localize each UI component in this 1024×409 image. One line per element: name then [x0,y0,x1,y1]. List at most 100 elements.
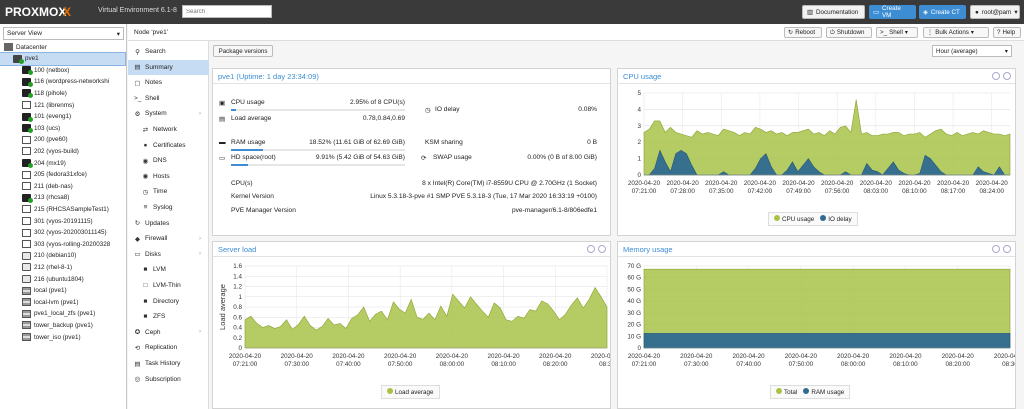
tree-node[interactable]: pve1 [0,51,126,66]
firewall-icon: ◆ [135,235,140,243]
tree-node-label: 212 (rhel-8-1) [34,263,73,271]
vm-running-icon [22,89,33,99]
menu-item-label: Summary [145,63,173,71]
menu-item-dns[interactable]: ◉ DNS [128,153,209,168]
y-tick-label: 5 [637,90,641,97]
help-button[interactable]: ? Help [993,27,1021,38]
tree-node[interactable]: 103 (ucs) [0,122,125,134]
legend-item[interactable]: RAM usage [803,388,844,396]
tree-node[interactable]: 211 (deb-nas) [0,180,125,192]
menu-item-subscription[interactable]: ◎ Subscription [128,372,209,387]
x-tick-label: 2020-04-20 [680,353,713,360]
tree-node-label: 121 (librenms) [34,101,75,109]
menu-item-syslog[interactable]: ≡ Syslog [128,200,209,215]
undo-zoom-icon[interactable] [587,245,595,253]
tree-node[interactable]: 202 (vyos-build) [0,145,125,157]
menu-item-summary[interactable]: ▤ Summary [128,59,209,75]
cpu-usage-value: 2.95% of 8 CPU(s) [350,99,405,106]
tree-node[interactable]: 204 (mx19) [0,157,125,169]
ram-icon: ▬ [219,139,226,146]
vm-running-icon [22,124,33,134]
store-icon[interactable] [1003,245,1011,253]
legend-item[interactable]: CPU usage [774,215,814,223]
view-selector[interactable]: Server View ▾ [3,27,124,40]
tree-node[interactable]: Datacenter [0,41,125,53]
y-tick-label: 3 [637,123,641,130]
legend-label: CPU usage [782,216,815,223]
vm-stopped-icon [22,135,31,144]
tree-node[interactable]: 210 (debian10) [0,250,125,262]
tree-node[interactable]: 301 (vyos-20191115) [0,215,125,227]
legend-item[interactable]: IO delay [820,215,852,223]
tree-node[interactable]: 303 (vyos-rolling-20200328 [0,238,125,250]
tree-node[interactable]: 302 (vyos-202003011145) [0,227,125,239]
undo-zoom-icon[interactable] [992,245,1000,253]
store-icon[interactable] [1003,72,1011,80]
status-panel: pve1 (Uptime: 1 day 23:34:09) CPU usage … [212,68,611,236]
menu-item-notes[interactable]: ▢ Notes [128,75,209,90]
x-tick-label: 07:35:00 [709,188,734,195]
tree-node[interactable]: 215 (RHCSASampleTest1) [0,203,125,215]
tree-node[interactable]: 216 (ubuntu1804) [0,273,125,285]
x-tick-label: 08:10:00 [491,361,516,368]
menu-item-ceph[interactable]: ✪ Ceph › [128,325,209,340]
search-input[interactable] [182,5,272,18]
tree-node[interactable]: tower_iso (pve1) [0,331,125,343]
server-load-legend: Load average [381,385,440,399]
x-tick-label: 08:24:00 [979,188,1004,195]
menu-item-lvm-thin[interactable]: □ LVM-Thin [128,278,209,293]
store-icon[interactable] [598,245,606,253]
menu-item-network[interactable]: ⇄ Network [128,122,209,137]
documentation-button[interactable]: ▥ Documentation [802,5,865,19]
menu-item-zfs[interactable]: ■ ZFS [128,309,209,324]
tree-node[interactable]: 116 (wordpress-networkshi [0,76,125,88]
ram-usage-value: 18.52% (11.61 GiB of 62.69 GiB) [309,139,405,146]
pve-manager-value: pve-manager/6.1-8/806edfe1 [511,207,597,214]
tree-node[interactable]: pve1_local_zfs (pve1) [0,308,125,320]
tree-node[interactable]: 200 (pve60) [0,134,125,146]
tree-node[interactable]: 100 (netbox) [0,64,125,76]
legend-item[interactable]: Total [776,388,797,396]
menu-item-time[interactable]: ◷ Time [128,184,209,199]
menu-item-firewall[interactable]: ◆ Firewall › [128,231,209,246]
menu-item-hosts[interactable]: ◉ Hosts [128,169,209,184]
undo-zoom-icon[interactable] [992,72,1000,80]
tree-node[interactable]: local (pve1) [0,285,125,297]
tree-node-label: 211 (deb-nas) [34,182,73,190]
shutdown-button[interactable]: ⏻ Shutdown [826,27,872,38]
tree-node[interactable]: tower_backup (pve1) [0,319,125,331]
package-versions-button[interactable]: Package versions [213,45,273,57]
tree-node[interactable]: 121 (librenms) [0,99,125,111]
x-tick-label: 07:50:00 [388,361,413,368]
create-vm-button[interactable]: ▭ Create VM [869,5,916,19]
menu-item-search[interactable]: ⚲ Search [128,44,209,59]
timeframe-selector[interactable]: Hour (average) ▾ [932,45,1012,57]
tree-node[interactable]: local-lvm (pve1) [0,296,125,308]
tree-node[interactable]: 118 (pihole) [0,87,125,99]
reboot-button[interactable]: ↻ Reboot [784,27,822,38]
shell-button[interactable]: >_ Shell ▾ [876,27,918,38]
create-ct-button[interactable]: ◈ Create CT [919,5,966,19]
y-tick-label: 1.4 [233,273,242,280]
help-icon: ? [997,29,1001,36]
tree-node[interactable]: 213 (rhcsa8) [0,192,125,204]
tree-node[interactable]: 205 (fedora31xfce) [0,169,125,181]
legend-item[interactable]: Load average [387,388,434,396]
menu-item-task-history[interactable]: ▤ Task History [128,356,209,371]
y-tick-label: 50 G [627,286,641,293]
tree-node[interactable]: 212 (rhel-8-1) [0,261,125,273]
bulk-actions-button[interactable]: ⋮ Bulk Actions ▾ [923,27,989,38]
menu-item-directory[interactable]: ■ Directory [128,294,209,309]
user-menu-button[interactable]: ● root@pam ▾ [970,5,1020,19]
menu-item-shell[interactable]: >_ Shell [128,91,209,106]
menu-item-certificates[interactable]: ● Certificates [128,138,209,153]
menu-item-lvm[interactable]: ■ LVM [128,262,209,277]
hdd-icon: ▭ [219,155,226,162]
menu-item-disks[interactable]: ▭ Disks › [128,247,209,262]
menu-item-system[interactable]: ⚙ System › [128,106,209,121]
tree-node[interactable]: 101 (eveng1) [0,111,125,123]
task-history-icon: ▤ [134,360,141,368]
menu-item-replication[interactable]: ⟲ Replication [128,340,209,355]
menu-item-updates[interactable]: ↻ Updates [128,216,209,231]
proxmox-logo[interactable]: PROXMOX X [5,5,95,18]
